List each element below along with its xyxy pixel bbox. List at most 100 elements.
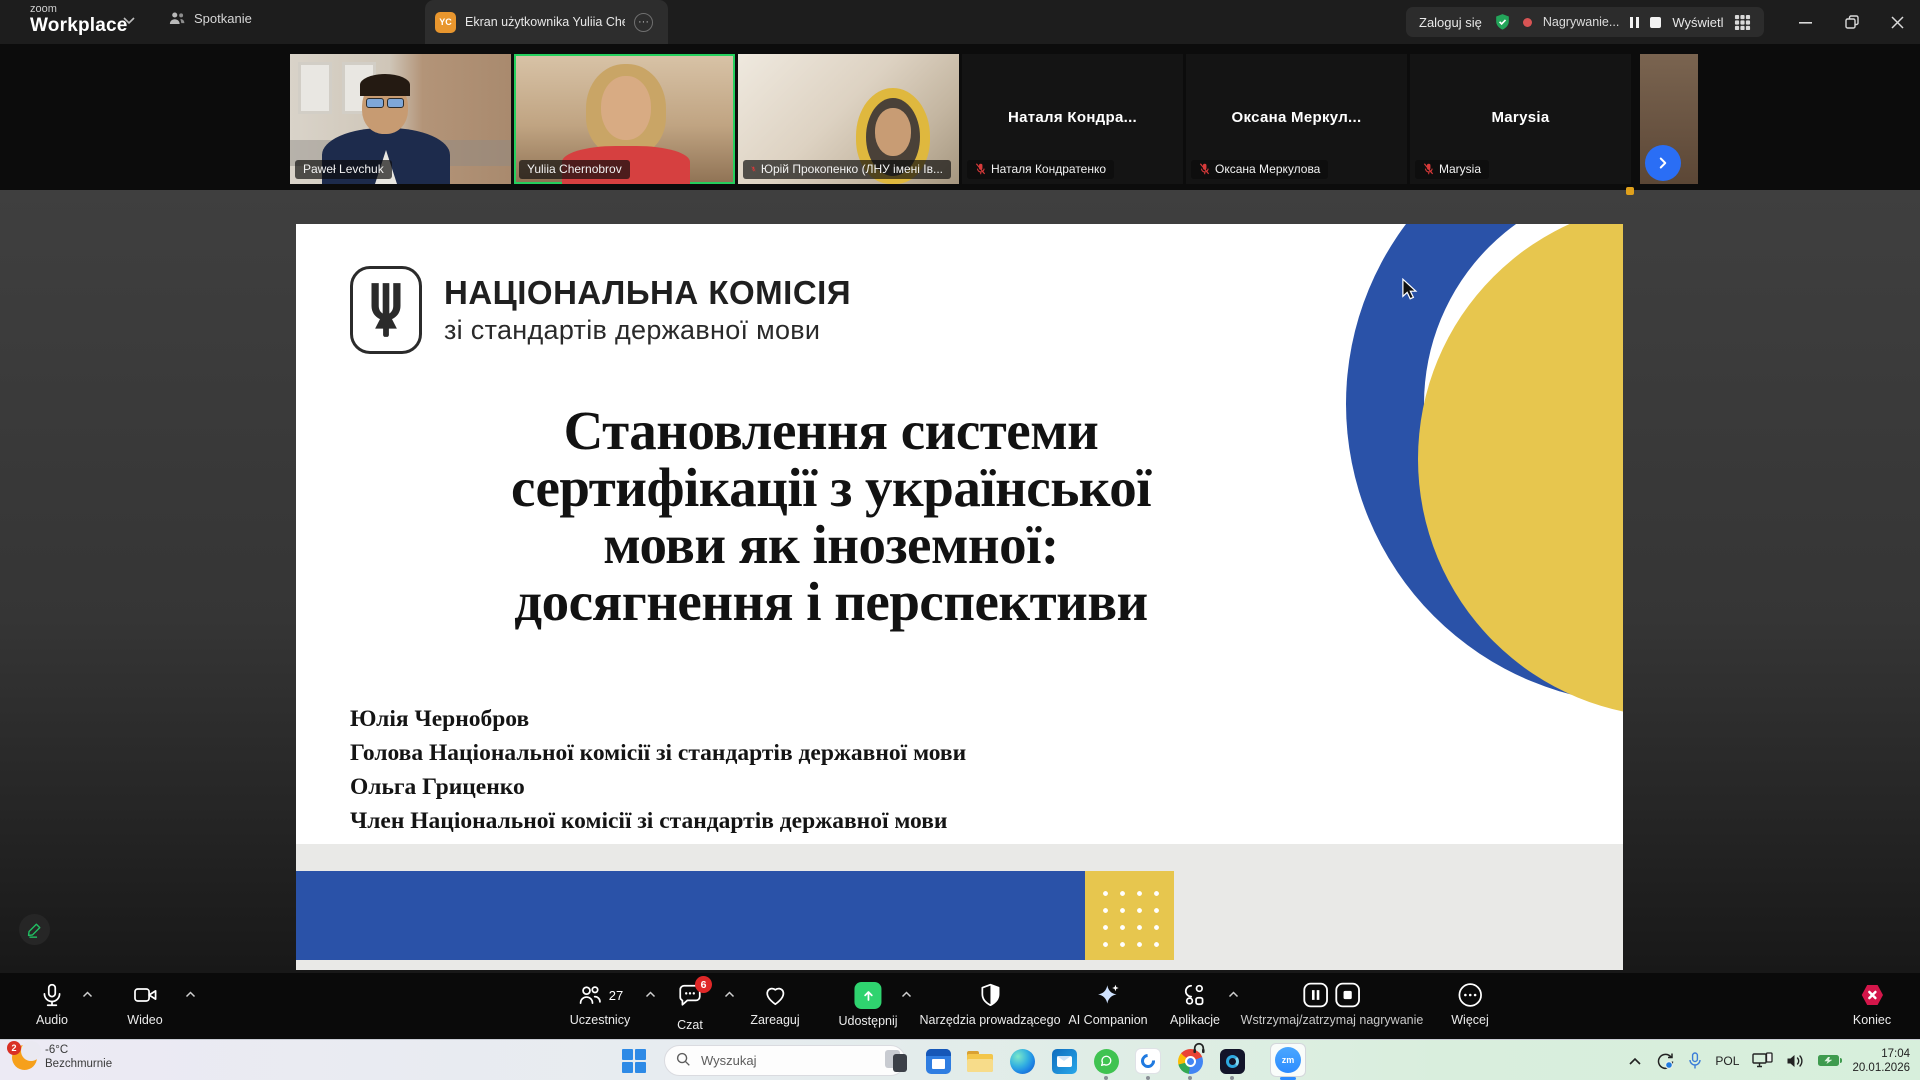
participants-button[interactable]: 27 Uczestnicy [570,982,630,1027]
organization-name-block: НАЦІОНАЛЬНА КОМІСІЯ зі стандартів держав… [444,274,851,346]
apps-options-chevron-icon[interactable] [1228,991,1239,998]
file-explorer-icon[interactable] [965,1046,995,1076]
system-tray: POL 17:04 20.01.2026 [1628,1040,1910,1080]
share-options-chevron-icon[interactable] [901,991,912,998]
chevron-right-icon [1654,154,1672,172]
muted-mic-icon [1423,163,1434,175]
muted-mic-icon [1199,163,1210,175]
pause-recording-icon[interactable] [1630,17,1639,28]
next-participants-button[interactable] [1645,145,1681,181]
tray-time: 17:04 [1881,1048,1910,1060]
video-tile-yurii[interactable]: Юрій Прокопенко (ЛНУ імені Ів... [738,54,959,184]
stop-recording-icon[interactable] [1335,982,1361,1008]
video-tile-marysia[interactable]: Marysia Marysia [1410,54,1631,184]
screen: zoom Workplace Spotkanie YC Ekran użytko… [0,0,1920,1080]
participant-name-label: Наталя Кондратенко [967,160,1114,179]
camera-icon [132,982,158,1008]
microsoft-store-icon[interactable] [923,1046,953,1076]
record-toggle-button[interactable]: Wstrzymaj/zatrzymaj nagrywanie [1241,982,1424,1027]
participants-options-chevron-icon[interactable] [645,991,656,998]
video-tile-natalia[interactable]: Наталя Кондра... Наталя Кондратенко [962,54,1183,184]
tab-meeting[interactable]: Spotkanie [168,10,252,26]
more-label: Więcej [1451,1013,1489,1027]
participant-name-label: Юрій Прокопенко (ЛНУ імені Ів... [743,160,951,179]
security-shield-icon[interactable] [1493,12,1512,32]
share-screen-button[interactable]: Udostępnij [838,982,897,1028]
more-ellipsis-icon [1457,982,1483,1008]
chrome-icon[interactable] [1175,1046,1205,1076]
video-tile-oksana[interactable]: Оксана Меркул... Оксана Меркулова [1186,54,1407,184]
sync-status-icon[interactable] [1655,1051,1675,1071]
tab-screen-share[interactable]: YC Ekran użytkownika Yuliia Chernob ··· [425,0,668,44]
clock-widget[interactable]: 17:04 20.01.2026 [1852,1047,1910,1075]
author-role: Голова Національної комісії зі стандарті… [350,736,966,770]
window-restore-button[interactable] [1829,0,1875,44]
participant-head [875,108,911,156]
recording-dot-icon [1523,18,1532,27]
battery-icon[interactable] [1818,1055,1839,1066]
author-role: Член Національної комісії зі стандартів … [350,804,966,838]
chat-options-chevron-icon[interactable] [724,991,735,998]
tray-microphone-icon[interactable] [1688,1052,1702,1070]
ai-companion-button[interactable]: AI Companion [1068,982,1147,1027]
stop-recording-icon[interactable] [1650,17,1661,28]
tray-chevron-up-icon[interactable] [1628,1056,1642,1066]
speaker-icon[interactable] [1786,1053,1805,1069]
apps-button[interactable]: Aplikacje [1170,982,1220,1027]
zoom-zm-logo: zm [1275,1047,1301,1073]
start-button[interactable] [622,1049,645,1072]
muted-mic-icon [975,163,986,175]
slide-title-line: сертифікації з української [356,459,1306,516]
whatsapp-icon[interactable] [1091,1046,1121,1076]
slide-title-line: досягнення і перспективи [356,573,1306,630]
participant-display-name: Marysia [1410,109,1631,126]
slide-title-line: Становлення системи [356,402,1306,459]
end-meeting-button[interactable]: Koniec [1853,982,1891,1027]
zoom-app-icon[interactable]: zm [1270,1043,1306,1077]
language-indicator[interactable]: POL [1715,1054,1739,1068]
outlook-icon[interactable] [1049,1046,1079,1076]
audio-button[interactable]: Audio [36,982,68,1027]
participant-name: Наталя Кондратенко [991,162,1106,176]
video-label: Wideo [127,1013,162,1027]
slide-title-line: мови як іноземної: [356,516,1306,573]
pencil-icon [26,921,43,938]
zoom-titlebar: zoom Workplace Spotkanie YC Ekran użytko… [0,0,1920,44]
video-tile-pawel[interactable]: Paweł Levchuk [290,54,511,184]
video-button[interactable]: Wideo [127,982,162,1027]
more-button[interactable]: Więcej [1451,982,1489,1027]
search-input[interactable] [664,1045,906,1076]
window-minimize-button[interactable] [1782,0,1828,44]
annotation-pencil-button[interactable] [19,914,50,945]
video-options-chevron-icon[interactable] [185,991,196,998]
sign-in-button[interactable]: Zaloguj się [1419,15,1482,30]
chat-button[interactable]: 6 Czat [677,982,703,1032]
logo-zoom-text: zoom [30,4,128,15]
task-view-icon[interactable] [881,1046,911,1076]
host-tools-shield-icon [977,982,1003,1008]
workspace-chevron-down-icon[interactable] [122,16,136,25]
webex-icon[interactable] [1217,1046,1247,1076]
participant-name-label: Yuliia Chernobrov [519,160,630,179]
react-button[interactable]: Zareaguj [750,982,799,1027]
people-icon [168,10,186,26]
window-close-button[interactable] [1874,0,1920,44]
slide-footer [296,844,1623,970]
footer-dot-pattern [1097,885,1159,947]
footer-yellow-block [1085,871,1174,960]
edge-browser-icon[interactable] [1007,1046,1037,1076]
pause-recording-icon[interactable] [1303,982,1329,1008]
host-tools-button[interactable]: Narzędzia prowadzącego [919,982,1060,1027]
view-grid-icon [1734,14,1751,31]
audio-options-chevron-icon[interactable] [82,991,93,998]
weather-alert-badge: 2 [7,1041,21,1055]
tab-screen-share-label: Ekran użytkownika Yuliia Chernob [465,15,625,29]
tab-options-icon[interactable]: ··· [634,13,653,32]
display-cast-icon[interactable] [1752,1052,1773,1069]
weather-widget[interactable]: 2 -6°C Bezchmurnie [12,1043,112,1071]
video-tile-yuliia[interactable]: Yuliia Chernobrov [514,54,735,184]
host-tools-label: Narzędzia prowadzącego [919,1013,1060,1027]
sync-app-icon[interactable] [1133,1046,1163,1076]
windows-taskbar: 2 -6°C Bezchmurnie [0,1039,1920,1080]
view-button[interactable]: Wyświetl [1672,15,1723,30]
